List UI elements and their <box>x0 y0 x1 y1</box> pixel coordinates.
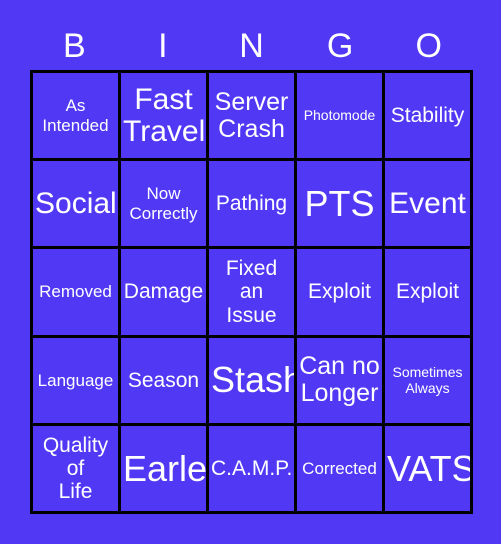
bingo-cell[interactable]: Now Correctly <box>121 161 206 247</box>
header-letter-g: G <box>326 27 354 65</box>
bingo-cell-label: Server Crash <box>214 87 289 143</box>
bingo-cell-label: Exploit <box>395 280 460 304</box>
bingo-cell-label: Sometimes Always <box>392 363 463 397</box>
bingo-cell-label: Event <box>389 186 466 220</box>
bingo-cell-label: Social <box>35 186 117 220</box>
bingo-cell[interactable]: Language <box>33 337 118 423</box>
bingo-cell-label: Fixed an Issue <box>225 257 278 327</box>
bingo-cell-label: Removed <box>39 282 112 302</box>
bingo-cell[interactable]: Fixed an Issue <box>209 249 294 335</box>
bingo-cell[interactable]: Sometimes Always <box>385 337 470 423</box>
bingo-cell-label: Can no Longer <box>299 352 380 408</box>
bingo-cell[interactable]: Server Crash <box>209 73 294 159</box>
bingo-header-letters: B I N G O <box>30 22 473 70</box>
header-letter-n: N <box>239 27 264 65</box>
bingo-cell-label: Exploit <box>307 280 372 304</box>
bingo-cell[interactable]: Earle <box>121 425 206 511</box>
header-letter-i: I <box>158 27 168 65</box>
bingo-cell-label: Pathing <box>215 192 288 216</box>
bingo-cell[interactable]: Can no Longer <box>297 337 382 423</box>
bingo-cell-label: Damage <box>123 280 204 304</box>
bingo-cell[interactable]: C.A.M.P. <box>209 425 294 511</box>
bingo-cell-label: C.A.M.P. <box>211 456 293 480</box>
bingo-cell-label: Earle <box>123 447 206 489</box>
bingo-cell-label: As Intended <box>42 96 109 135</box>
bingo-cell-label: Stash <box>211 359 294 401</box>
bingo-cell[interactable]: Damage <box>121 249 206 335</box>
header-letter-b: B <box>62 27 86 65</box>
bingo-cell-label: Fast Travel <box>123 82 206 148</box>
bingo-cell[interactable]: Corrected <box>297 425 382 511</box>
bingo-cell-label: Language <box>37 370 114 390</box>
bingo-cell[interactable]: Photomode <box>297 73 382 159</box>
bingo-cell[interactable]: VATS <box>385 425 470 511</box>
bingo-cell-label: Corrected <box>302 458 377 478</box>
bingo-grid: As Intended Fast Travel Server Crash Photom… <box>30 70 473 514</box>
bingo-cell-label: Season <box>127 368 200 392</box>
bingo-cell-label: Stability <box>390 104 465 128</box>
bingo-card: B I N G O As Intended Fast Travel Server C… <box>0 0 501 544</box>
bingo-cell-label: Quality of Life <box>42 433 109 503</box>
bingo-cell[interactable]: Season <box>121 337 206 423</box>
bingo-cell[interactable]: Event <box>385 161 470 247</box>
bingo-cell[interactable]: PTS <box>297 161 382 247</box>
bingo-cell-label: VATS <box>387 447 470 489</box>
bingo-cell[interactable]: Stash <box>209 337 294 423</box>
bingo-cell[interactable]: Exploit <box>385 249 470 335</box>
bingo-cell[interactable]: Pathing <box>209 161 294 247</box>
bingo-cell[interactable]: Quality of Life <box>33 425 118 511</box>
bingo-cell[interactable]: Exploit <box>297 249 382 335</box>
bingo-cell[interactable]: Fast Travel <box>121 73 206 159</box>
bingo-cell[interactable]: Stability <box>385 73 470 159</box>
bingo-cell-label: Now Correctly <box>129 184 198 223</box>
bingo-cell[interactable]: Removed <box>33 249 118 335</box>
bingo-cell-label: PTS <box>304 183 375 225</box>
bingo-cell[interactable]: As Intended <box>33 73 118 159</box>
header-letter-o: O <box>415 27 442 65</box>
bingo-cell-label: Photomode <box>303 107 376 124</box>
bingo-cell[interactable]: Social <box>33 161 118 247</box>
